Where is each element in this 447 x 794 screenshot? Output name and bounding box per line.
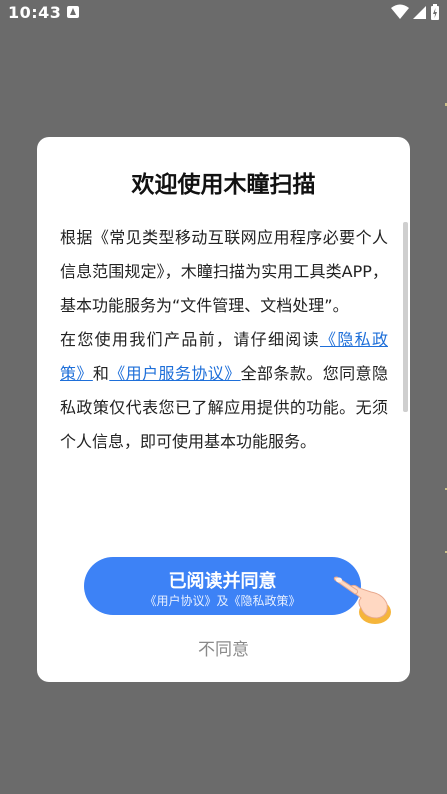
and-text: 和 <box>92 364 110 383</box>
dialog-body: 根据《常见类型移动互联网应用程序必要个人信息范围规定》，木瞳扫描为实用工具类AP… <box>60 221 388 459</box>
status-bar: 10:43 <box>0 0 447 26</box>
battery-icon <box>431 4 439 20</box>
pointing-hand-icon <box>333 576 391 624</box>
dialog-paragraph-2: 在您使用我们产品前，请仔细阅读《隐私政策》和《用户服务协议》全部条款。您同意隐私… <box>60 323 388 459</box>
wifi-icon <box>391 4 409 19</box>
agree-button-label: 已阅读并同意 <box>168 571 277 592</box>
notification-icon <box>67 6 79 18</box>
privacy-dialog: 欢迎使用木瞳扫描 根据《常见类型移动互联网应用程序必要个人信息范围规定》，木瞳扫… <box>37 137 410 682</box>
status-icons <box>387 4 439 22</box>
agree-button-sublabel: 《用户协议》及《隐私政策》 <box>144 594 301 608</box>
agree-button[interactable]: 已阅读并同意 《用户协议》及《隐私政策》 <box>84 557 361 615</box>
dialog-title: 欢迎使用木瞳扫描 <box>131 172 316 198</box>
scrollbar[interactable] <box>403 222 408 412</box>
user-agreement-link[interactable]: 《用户服务协议》 <box>109 364 240 383</box>
para2-prefix: 在您使用我们产品前，请仔细阅读 <box>60 330 320 349</box>
dialog-paragraph-1: 根据《常见类型移动互联网应用程序必要个人信息范围规定》，木瞳扫描为实用工具类AP… <box>60 228 388 315</box>
signal-icon <box>413 6 426 19</box>
disagree-button[interactable]: 不同意 <box>37 635 410 660</box>
status-time: 10:43 <box>8 3 62 22</box>
